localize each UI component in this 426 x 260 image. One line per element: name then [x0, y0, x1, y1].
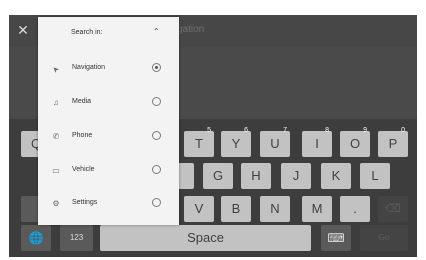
key-y[interactable]: Y 6: [221, 127, 251, 157]
option-navigation[interactable]: ➤ Navigation: [38, 52, 179, 86]
numbers-key[interactable]: 123: [60, 225, 93, 251]
key-g[interactable]: G: [203, 163, 233, 189]
key-label: Space: [187, 230, 224, 245]
phone-icon: ✆: [52, 132, 60, 141]
globe-icon: 🌐: [28, 231, 44, 245]
key-hint: 7: [283, 127, 287, 134]
key-label: Y: [231, 136, 241, 151]
close-icon[interactable]: ✕: [15, 21, 31, 39]
key-hint: 8: [325, 127, 329, 134]
key-h[interactable]: H: [241, 163, 271, 189]
key-label: L: [371, 168, 379, 183]
option-label: Media: [72, 98, 92, 105]
key-label: J: [292, 168, 300, 183]
search-in-menu: Search in: ⌃ ➤ Navigation ♫ Media ✆ Phon…: [38, 17, 179, 225]
option-label: Phone: [72, 132, 93, 139]
key-label: P: [388, 136, 398, 151]
go-key[interactable]: Go: [360, 225, 408, 251]
key-label: I: [315, 136, 319, 151]
key-label: 123: [69, 233, 84, 242]
keyboard-switch-key[interactable]: ⌨: [321, 225, 351, 251]
key-hint: 5: [207, 127, 211, 134]
key-b[interactable]: B: [221, 196, 251, 222]
option-label: Vehicle: [72, 166, 95, 173]
key-n[interactable]: N: [260, 196, 290, 222]
key-label: H: [251, 168, 261, 183]
gear-icon: ⚙: [52, 199, 60, 208]
key-label: V: [194, 201, 204, 216]
space-key[interactable]: Space: [100, 225, 311, 251]
keyboard-icon: ⌨: [327, 231, 345, 245]
backspace-key[interactable]: ⌫: [378, 196, 408, 222]
key-o[interactable]: O 9: [340, 127, 370, 157]
key-j[interactable]: J: [281, 163, 311, 189]
radio-phone[interactable]: [152, 131, 161, 140]
radio-media[interactable]: [152, 97, 161, 106]
search-in-title: Search in:: [71, 29, 103, 36]
option-media[interactable]: ♫ Media: [38, 86, 179, 120]
music-note-icon: ♫: [53, 98, 59, 107]
navigation-arrow-icon: ➤: [50, 63, 62, 75]
option-label: Navigation: [72, 64, 106, 71]
key-label: G: [212, 168, 224, 183]
chevron-up-icon[interactable]: ⌃: [153, 27, 160, 36]
language-key[interactable]: 🌐: [21, 225, 51, 251]
key-label: B: [231, 201, 241, 216]
option-label: Settings: [72, 199, 98, 206]
key-label: Go: [378, 233, 390, 242]
option-settings[interactable]: ⚙ Settings: [38, 187, 179, 221]
app-frame: ✕ gation Q T 5 Y 6 U 7 I 8 O 9 P 0 G H J…: [9, 15, 417, 257]
key-label: T: [195, 136, 203, 151]
key-p[interactable]: P 0: [378, 127, 408, 157]
header-title: gation: [177, 24, 205, 35]
radio-settings[interactable]: [152, 198, 161, 207]
key-label: O: [349, 136, 361, 151]
key-label: N: [270, 201, 280, 216]
key-u[interactable]: U 7: [260, 127, 290, 157]
backspace-icon: ⌫: [385, 203, 401, 215]
vehicle-icon: ▭: [52, 166, 60, 175]
key-hint: 6: [244, 127, 248, 134]
key-label: M: [311, 201, 323, 216]
key-l[interactable]: L: [360, 163, 390, 189]
key-hint: 0: [401, 127, 405, 134]
option-vehicle[interactable]: ▭ Vehicle: [38, 154, 179, 188]
search-in-header[interactable]: Search in: ⌃: [38, 17, 179, 49]
key-i[interactable]: I 8: [302, 127, 332, 157]
radio-navigation[interactable]: [152, 63, 161, 72]
key-label: .: [353, 201, 357, 216]
key-k[interactable]: K: [321, 163, 351, 189]
option-phone[interactable]: ✆ Phone: [38, 120, 179, 154]
key-m[interactable]: M: [302, 196, 332, 222]
key-v[interactable]: V: [184, 196, 214, 222]
key-label: K: [331, 168, 341, 183]
key-hint: 9: [363, 127, 367, 134]
key-label: U: [270, 136, 280, 151]
radio-vehicle[interactable]: [152, 165, 161, 174]
key-t[interactable]: T 5: [184, 127, 214, 157]
key-period[interactable]: .: [340, 196, 370, 222]
